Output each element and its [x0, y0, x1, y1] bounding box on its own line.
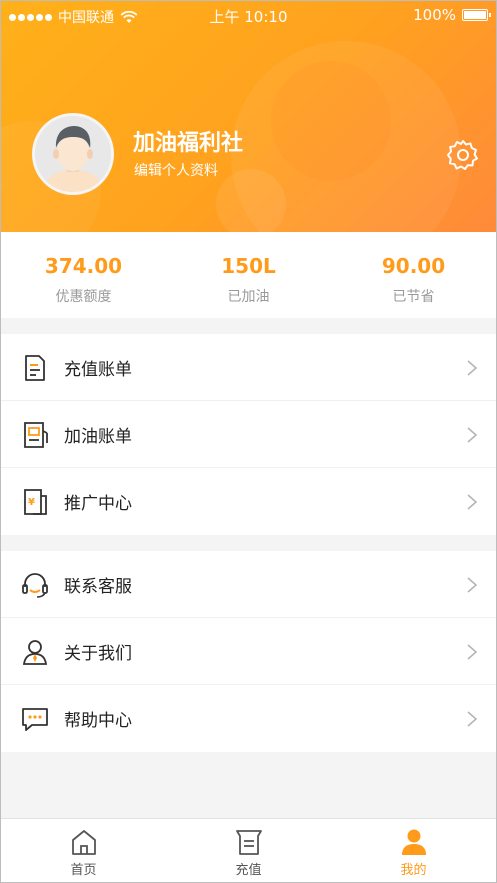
chevron-right-icon: [467, 711, 478, 727]
status-bar: 中国联通 上午 10:10 100%: [1, 1, 496, 29]
menu-item-label: 充值账单: [64, 359, 132, 380]
edit-profile-link[interactable]: 编辑个人资料: [134, 160, 218, 180]
menu-group-bills: 充值账单 加油账单 ¥ 推广中心: [1, 334, 496, 535]
avatar[interactable]: [32, 113, 114, 195]
fuel-bill-icon: [24, 422, 48, 448]
chevron-right-icon: [467, 494, 478, 510]
menu-item-label: 帮助中心: [64, 711, 132, 731]
stat-label: 优惠额度: [55, 289, 112, 305]
tab-mine[interactable]: 我的: [331, 819, 496, 882]
stats-panel: 374.00 优惠额度 150L 已加油 90.00 已节省: [1, 232, 496, 318]
menu-group-support: 联系客服 关于我们 帮助中心: [1, 551, 496, 752]
decor-circle: [271, 61, 391, 181]
tab-label: 我的: [400, 863, 427, 878]
menu-item-help-center[interactable]: 帮助中心: [1, 685, 496, 752]
app-screen: 中国联通 上午 10:10 100% 加油福利社 编辑个人资料 374.00 优…: [0, 0, 497, 883]
menu-item-recharge-bill[interactable]: 充值账单: [1, 334, 496, 401]
tab-recharge[interactable]: 充值: [166, 819, 331, 882]
stat-value: 90.00: [381, 254, 446, 278]
status-right: 100%: [413, 6, 491, 24]
stat-value: 150L: [221, 254, 276, 278]
tab-label: 充值: [235, 863, 262, 878]
tab-bar: 首页 充值 我的: [1, 818, 496, 882]
person-icon: [22, 640, 48, 665]
profile-name: 加油福利社: [133, 131, 244, 156]
tab-label: 首页: [70, 863, 97, 878]
battery-percent: 100%: [413, 6, 456, 24]
recharge-icon: [235, 830, 262, 855]
profile-icon: [401, 829, 426, 855]
stat-fueled: 150L 已加油: [166, 232, 331, 318]
svg-text:¥: ¥: [28, 497, 35, 508]
recharge-bill-icon: [25, 355, 45, 381]
tab-home[interactable]: 首页: [1, 819, 166, 882]
menu-item-contact-support[interactable]: 联系客服: [1, 551, 496, 618]
menu-item-fuel-bill[interactable]: 加油账单: [1, 401, 496, 468]
gear-icon[interactable]: [446, 138, 480, 172]
menu-item-label: 关于我们: [64, 643, 132, 664]
menu-item-label: 推广中心: [64, 494, 132, 514]
menu-item-label: 联系客服: [64, 576, 132, 597]
battery-icon: [462, 9, 491, 21]
stat-discount-quota: 374.00 优惠额度: [1, 232, 166, 318]
chevron-right-icon: [467, 360, 478, 376]
stat-saved: 90.00 已节省: [331, 232, 496, 318]
chevron-right-icon: [467, 427, 478, 443]
promotion-icon: ¥: [24, 489, 47, 515]
decor-circle: [216, 169, 286, 232]
chevron-right-icon: [467, 577, 478, 593]
home-icon: [71, 830, 96, 855]
headset-icon: [22, 573, 48, 598]
stat-value: 374.00: [44, 254, 123, 278]
menu-item-about-us[interactable]: 关于我们: [1, 618, 496, 685]
chat-icon: [22, 708, 48, 731]
stat-label: 已节省: [392, 289, 435, 305]
avatar-person-icon: [35, 116, 111, 192]
profile-header: 中国联通 上午 10:10 100% 加油福利社 编辑个人资料: [1, 1, 496, 232]
chevron-right-icon: [467, 644, 478, 660]
menu-item-label: 加油账单: [64, 426, 132, 447]
stat-label: 已加油: [227, 289, 270, 305]
menu-item-promotion-center[interactable]: ¥ 推广中心: [1, 468, 496, 535]
